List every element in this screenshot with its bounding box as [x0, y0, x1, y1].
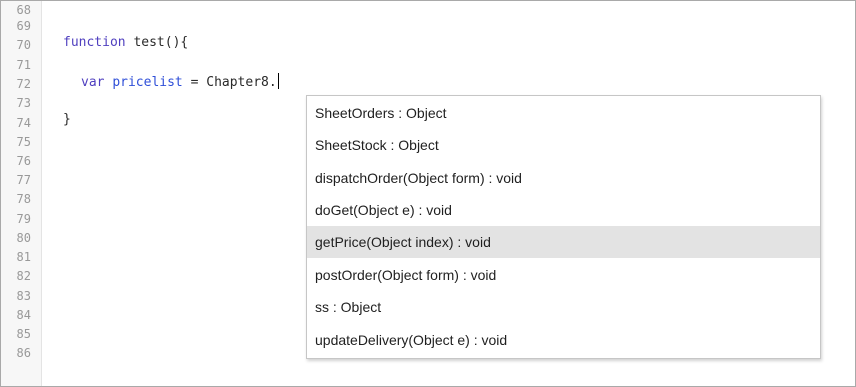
line-number: 68: [16, 3, 31, 17]
autocomplete-item[interactable]: SheetOrders : Object: [307, 97, 820, 129]
autocomplete-item[interactable]: SheetStock : Object: [307, 129, 820, 161]
autocomplete-item[interactable]: doGet(Object e) : void: [307, 194, 820, 226]
autocomplete-item-selected[interactable]: getPrice(Object index) : void: [307, 226, 820, 258]
line-number: 71: [16, 58, 31, 72]
text-cursor: [277, 73, 279, 89]
line-number-gutter: 68 69 70 71 72 73 74 75 76 77 78 79 80 8…: [1, 1, 42, 386]
line-number: 86: [16, 346, 31, 360]
code-line-closing-brace[interactable]: }: [63, 112, 71, 128]
code-line-function-declaration[interactable]: function test(){: [63, 35, 188, 51]
line-number: 77: [16, 173, 31, 187]
line-number: 84: [16, 308, 31, 322]
autocomplete-dropdown[interactable]: SheetOrders : Object SheetStock : Object…: [306, 95, 821, 359]
assignment-expression: = Chapter8.: [182, 75, 277, 90]
line-number: 75: [16, 135, 31, 149]
line-number: 81: [16, 250, 31, 264]
line-number: 73: [16, 96, 31, 110]
function-signature: test(){: [125, 35, 189, 50]
code-editor[interactable]: 68 69 70 71 72 73 74 75 76 77 78 79 80 8…: [0, 0, 856, 387]
line-number: 70: [16, 38, 31, 52]
line-number: 83: [16, 289, 31, 303]
variable-name: pricelist: [112, 75, 183, 90]
closing-brace: }: [63, 112, 71, 127]
autocomplete-item[interactable]: dispatchOrder(Object form) : void: [307, 162, 820, 194]
function-keyword: function: [63, 35, 126, 50]
line-number: 72: [16, 77, 31, 91]
line-number: 78: [16, 192, 31, 206]
autocomplete-item[interactable]: postOrder(Object form) : void: [307, 259, 820, 291]
line-number: 82: [16, 269, 31, 283]
autocomplete-item[interactable]: updateDelivery(Object e) : void: [307, 324, 820, 356]
line-number: 85: [16, 327, 31, 341]
line-number: 79: [16, 212, 31, 226]
var-keyword: var: [81, 75, 105, 90]
code-line-var-declaration[interactable]: var pricelist = Chapter8.: [81, 73, 279, 91]
line-number: 69: [16, 19, 31, 33]
line-number: 76: [16, 154, 31, 168]
autocomplete-item[interactable]: ss : Object: [307, 291, 820, 323]
line-number: 74: [16, 116, 31, 130]
line-number: 80: [16, 231, 31, 245]
